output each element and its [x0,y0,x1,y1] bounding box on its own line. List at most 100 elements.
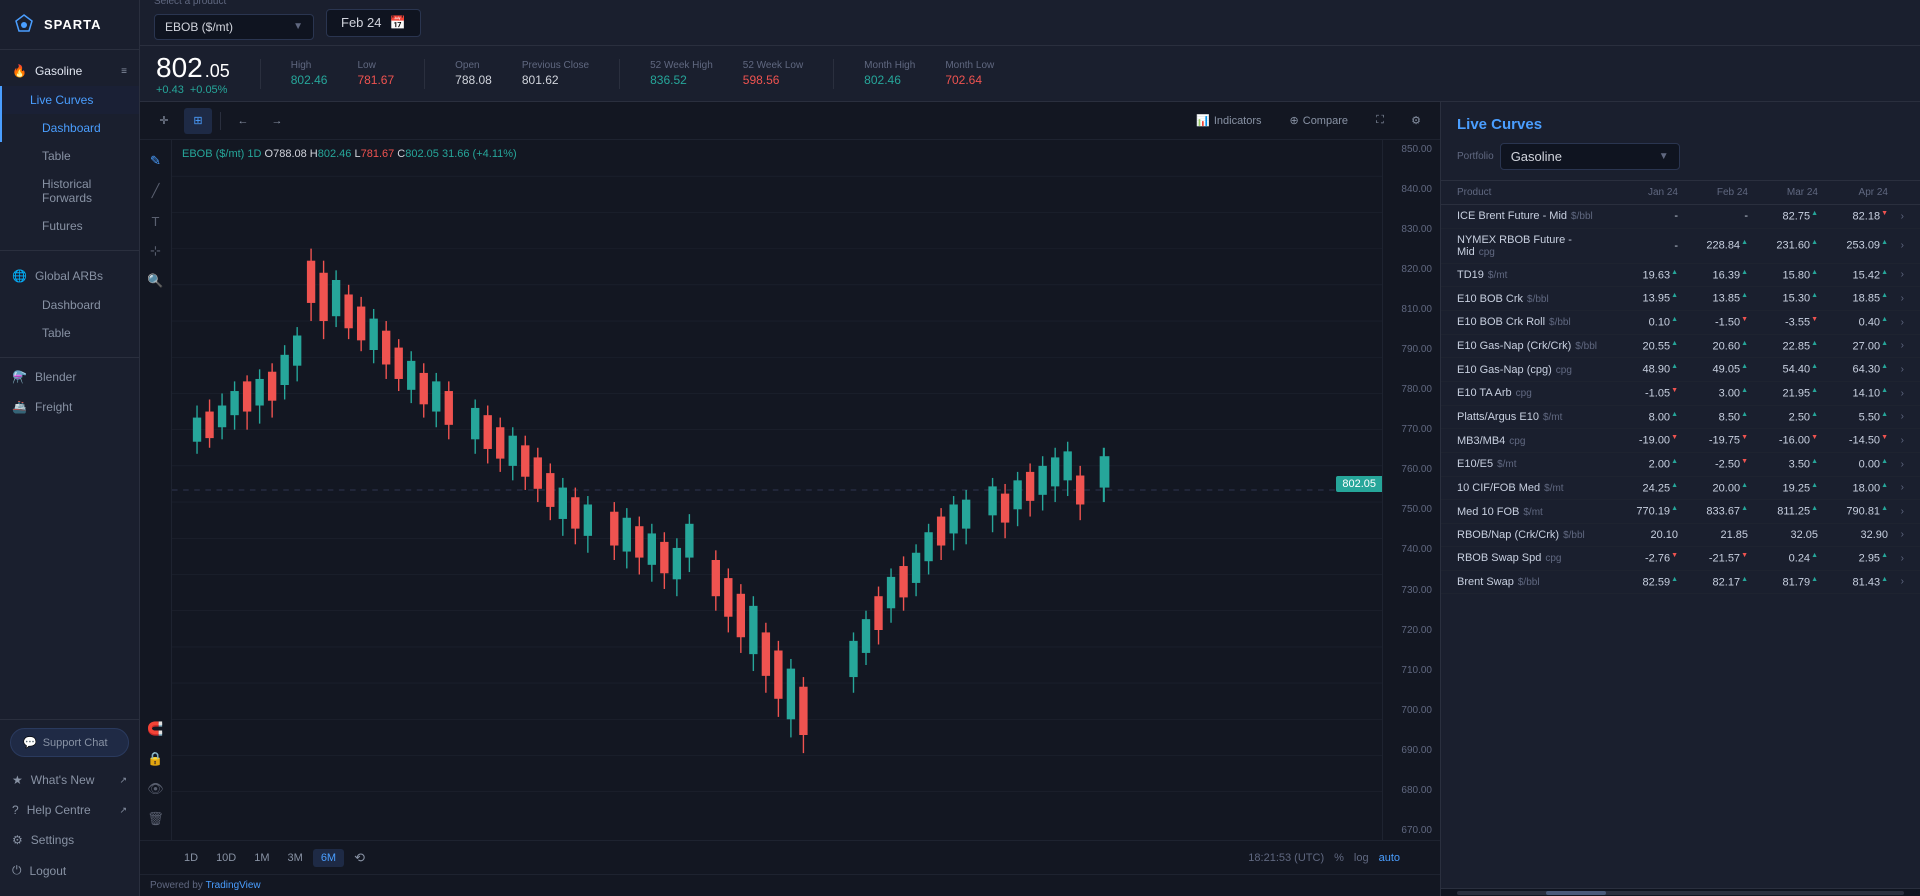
sidebar-item-global-arbs-dashboard[interactable]: Dashboard [0,291,139,319]
portfolio-label: Portfolio [1457,151,1494,162]
sidebar-item-live-curves[interactable]: Live Curves [0,86,139,114]
magnet-tool[interactable]: 🧲 [143,716,169,742]
cell-feb: 49.05▲ [1678,363,1748,376]
line-tool[interactable]: ╱ [143,178,169,204]
chart-pct-btn[interactable]: % [1334,852,1344,864]
sidebar-settings[interactable]: ⚙ Settings [0,825,139,855]
product-selector[interactable]: EBOB ($/mt) ▼ [154,14,314,40]
cell-jan: 20.55▲ [1608,340,1678,353]
table-row[interactable]: NYMEX RBOB Future - Midcpg - 228.84▲ 231… [1441,229,1920,264]
cell-jan: 0.10▲ [1608,316,1678,329]
table-row[interactable]: Platts/Argus E10$/mt 8.00▲ 8.50▲ 2.50▲ 5… [1441,406,1920,430]
sidebar-category-global-arbs[interactable]: 🌐 Global ARBs [0,261,139,291]
tf-replay[interactable]: ⟲ [346,847,373,869]
cell-jan: 2.00▲ [1608,458,1678,471]
price-stat-52high: 52 Week High 836.52 [650,60,713,87]
row-expand: › [1888,317,1904,328]
text-tool[interactable]: T [143,208,169,234]
date-selector[interactable]: Feb 24 📅 [326,9,421,37]
chart-auto-btn[interactable]: auto [1379,852,1400,864]
delete-tool[interactable]: 🗑 [143,806,169,832]
cell-mar: 22.85▲ [1748,340,1818,353]
table-row[interactable]: RBOB/Nap (Crk/Crk)$/bbl 20.10 21.85 32.0… [1441,524,1920,547]
row-name: E10 BOB Crk$/bbl [1457,293,1608,305]
row-expand: › [1888,269,1904,280]
zoom-tool[interactable]: 🔍 [143,268,169,294]
cell-mar: -3.55▼ [1748,316,1818,329]
col-feb24: Feb 24 [1678,187,1748,198]
sidebar-item-historical-forwards[interactable]: Historical Forwards [0,170,139,212]
indicators-label: Indicators [1214,115,1262,127]
sidebar-category-blender[interactable]: ⚗️ Blender [0,362,139,392]
table-row[interactable]: ICE Brent Future - Mid$/bbl - - 82.75▲ 8… [1441,205,1920,229]
fullscreen-btn[interactable]: ⛶ [1366,108,1394,134]
cell-mar: 15.80▲ [1748,269,1818,282]
cursor-tool[interactable]: ✎ [143,148,169,174]
cell-apr: 27.00▲ [1818,340,1888,353]
sidebar-category-gasoline[interactable]: 🔥 Gasoline ≡ [0,56,139,86]
indicators-btn[interactable]: 📊 Indicators [1186,110,1271,131]
table-row[interactable]: RBOB Swap Spdcpg -2.76▼ -21.57▼ 0.24▲ 2.… [1441,547,1920,571]
lock-tool[interactable]: 🔒 [143,746,169,772]
settings-btn[interactable]: ⚙ [1402,108,1430,134]
table-row[interactable]: E10/E5$/mt 2.00▲ -2.50▼ 3.50▲ 0.00▲ › [1441,453,1920,477]
support-chat-button[interactable]: 💬 Support Chat [10,728,129,757]
date-value: Feb 24 [341,15,381,30]
measure-tool[interactable]: ⊹ [143,238,169,264]
row-name: E10 BOB Crk Roll$/bbl [1457,316,1608,328]
compare-btn[interactable]: ⊕ Compare [1280,110,1358,131]
tf-10d[interactable]: 10D [208,849,244,867]
cell-feb: 228.84▲ [1678,239,1748,252]
sidebar-category-freight[interactable]: 🚢 Freight [0,392,139,422]
table-row[interactable]: MB3/MB4cpg -19.00▼ -19.75▼ -16.00▼ -14.5… [1441,429,1920,453]
cell-feb: -2.50▼ [1678,458,1748,471]
table-row[interactable]: Brent Swap$/bbl 82.59▲ 82.17▲ 81.79▲ 81.… [1441,571,1920,595]
top-bar: Select a product EBOB ($/mt) ▼ Feb 24 📅 [140,0,1920,46]
table-row[interactable]: E10 BOB Crk Roll$/bbl 0.10▲ -1.50▼ -3.55… [1441,311,1920,335]
tradingview-link[interactable]: TradingView [206,880,261,891]
candle-btn[interactable]: ⊞ [184,108,212,134]
table-row[interactable]: 10 CIF/FOB Med$/mt 24.25▲ 20.00▲ 19.25▲ … [1441,477,1920,501]
cell-jan: 20.10 [1608,529,1678,541]
cell-feb: 20.00▲ [1678,482,1748,495]
toolbar-sep-1 [220,112,221,130]
sidebar-item-global-arbs-table[interactable]: Table [0,319,139,347]
scale-850: 850.00 [1387,144,1436,155]
price-stat-52low: 52 Week Low 598.56 [743,60,803,87]
chart-price-tag: 802.05 [1336,476,1382,492]
table-row[interactable]: TD19$/mt 19.63▲ 16.39▲ 15.80▲ 15.42▲ › [1441,264,1920,288]
sidebar-whats-new[interactable]: ★ What's New ↗ [0,765,139,795]
scroll-thumb[interactable] [1546,891,1606,895]
table-row[interactable]: E10 TA Arbcpg -1.05▼ 3.00▲ 21.95▲ 14.10▲… [1441,382,1920,406]
sidebar-help-centre[interactable]: ? Help Centre ↗ [0,795,139,825]
tf-6m[interactable]: 6M [313,849,344,867]
cell-apr: 790.81▲ [1818,505,1888,518]
tf-1d[interactable]: 1D [176,849,206,867]
sidebar-item-dashboard[interactable]: Dashboard [0,114,139,142]
table-row[interactable]: Med 10 FOB$/mt 770.19▲ 833.67▲ 811.25▲ 7… [1441,500,1920,524]
sidebar-item-table[interactable]: Table [0,142,139,170]
row-expand: › [1888,240,1904,251]
tf-1m[interactable]: 1M [246,849,277,867]
portfolio-dropdown[interactable]: Gasoline ▼ [1500,143,1680,170]
sparta-logo-icon [12,13,36,37]
scale-830: 830.00 [1387,224,1436,235]
chart-log-btn[interactable]: log [1354,852,1369,864]
eye-tool[interactable]: 👁 [143,776,169,802]
table-row[interactable]: E10 BOB Crk$/bbl 13.95▲ 13.85▲ 15.30▲ 18… [1441,287,1920,311]
chart-main[interactable]: EBOB ($/mt) 1D O788.08 H802.46 L781.67 C… [172,140,1382,840]
table-row[interactable]: E10 Gas-Nap (cpg)cpg 48.90▲ 49.05▲ 54.40… [1441,358,1920,382]
panel-title: Live Curves [1457,116,1904,133]
cell-jan: 13.95▲ [1608,292,1678,305]
fwd-btn[interactable]: → [263,108,291,134]
sidebar-logout[interactable]: ⏻ Logout [0,855,139,886]
table-row[interactable]: E10 Gas-Nap (Crk/Crk)$/bbl 20.55▲ 20.60▲… [1441,335,1920,359]
tf-3m[interactable]: 3M [280,849,311,867]
price-change: +0.43 +0.05% [156,84,230,96]
sidebar-item-futures[interactable]: Futures [0,212,139,240]
cell-mar: 2.50▲ [1748,411,1818,424]
scale-760: 760.00 [1387,464,1436,475]
flame-icon: 🔥 [12,64,27,78]
crosshair-btn[interactable]: ✛ [150,108,178,134]
back-btn[interactable]: ← [229,108,257,134]
